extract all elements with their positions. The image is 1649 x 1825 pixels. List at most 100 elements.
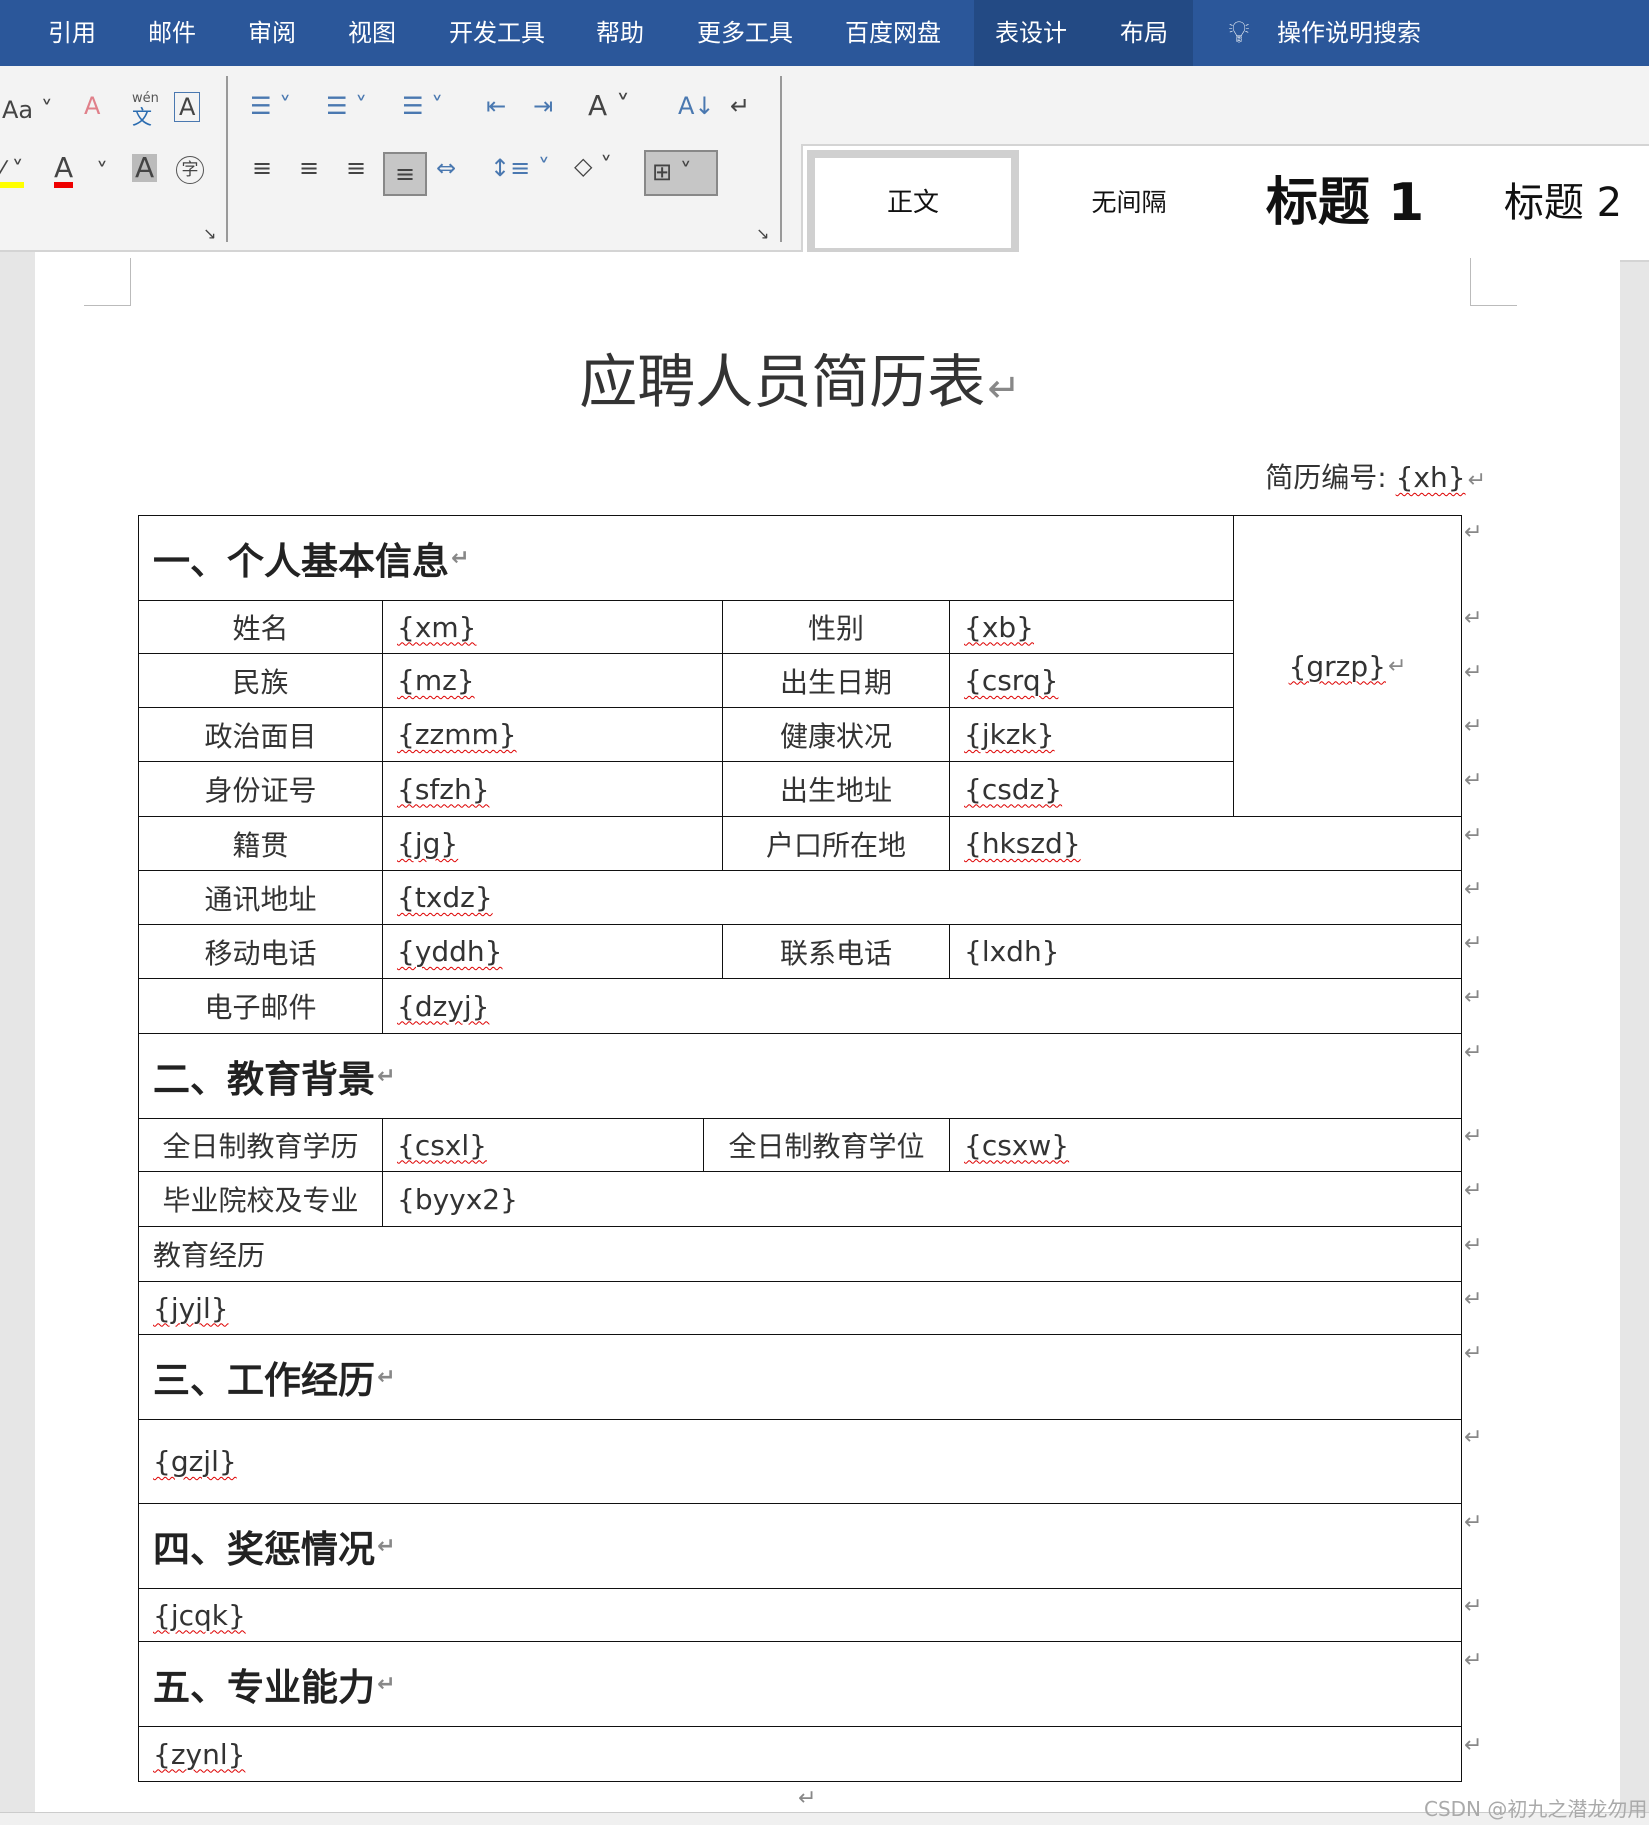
label-cell: 政治面目 bbox=[138, 707, 383, 762]
font-color-icon[interactable]: A bbox=[54, 154, 74, 188]
value-cell[interactable]: {txdz} bbox=[382, 870, 1462, 925]
section-heading-basic-info[interactable]: 一、个人基本信息 ↵ bbox=[138, 515, 1234, 601]
bullets-icon[interactable]: ☰ ˅ bbox=[250, 94, 291, 118]
style-heading-1[interactable]: 标题 1 bbox=[1266, 146, 1424, 260]
photo-cell[interactable]: {grzp} ↵ bbox=[1233, 515, 1462, 817]
font-color-dropdown-icon[interactable]: ˅ bbox=[96, 160, 108, 184]
multilevel-list-icon[interactable]: ☰ ˅ bbox=[402, 94, 443, 118]
numbering-icon[interactable]: ☰ ˅ bbox=[326, 94, 367, 118]
show-marks-icon[interactable]: ↵ bbox=[730, 94, 750, 118]
character-scaling-icon[interactable]: A ˅ bbox=[588, 92, 630, 120]
label-cell: 联系电话 bbox=[722, 924, 950, 979]
style-no-spacing[interactable]: 无间隔 bbox=[1091, 146, 1166, 260]
value-cell[interactable]: {hkszd} bbox=[949, 816, 1462, 871]
skills-value[interactable]: {zynl} bbox=[138, 1726, 1462, 1782]
style-heading-2[interactable]: 标题 2 bbox=[1504, 146, 1622, 260]
field-value: {mz} bbox=[397, 664, 475, 697]
row-end-mark: ↵ bbox=[1464, 1124, 1483, 1149]
tab-references[interactable]: 引用 bbox=[48, 0, 96, 66]
align-right-icon[interactable]: ≡ bbox=[346, 156, 366, 180]
line-spacing-icon[interactable]: ↕≡ ˅ bbox=[490, 156, 550, 180]
align-left-icon[interactable]: ≡ bbox=[252, 156, 272, 180]
value-cell[interactable]: {sfzh} bbox=[382, 761, 723, 817]
tab-developer[interactable]: 开发工具 bbox=[449, 0, 545, 66]
increase-indent-icon[interactable]: ⇥ bbox=[533, 94, 553, 118]
value-cell[interactable]: {zzmm} bbox=[382, 707, 723, 762]
row-end-mark: ↵ bbox=[1464, 1040, 1483, 1065]
field-value: {byyx2} bbox=[397, 1182, 518, 1216]
value-cell[interactable]: {csdz} bbox=[949, 761, 1234, 817]
return-mark: ↵ bbox=[377, 1671, 396, 1697]
lightbulb-icon[interactable]: 💡︎ bbox=[1229, 0, 1250, 66]
tab-baidu-netdisk[interactable]: 百度网盘 bbox=[845, 0, 941, 66]
label-cell: 姓名 bbox=[138, 600, 383, 654]
tab-layout[interactable]: 布局 bbox=[1120, 0, 1168, 66]
section-heading-awards[interactable]: 四、奖惩情况 ↵ bbox=[138, 1503, 1462, 1589]
row-end-mark: ↵ bbox=[1464, 1510, 1483, 1535]
label-cell: 毕业院校及专业 bbox=[138, 1171, 383, 1227]
align-center-icon[interactable]: ≡ bbox=[299, 156, 319, 180]
field-value: {yddh} bbox=[397, 935, 503, 968]
field-value: {csxw} bbox=[964, 1128, 1070, 1162]
row-end-mark: ↵ bbox=[1464, 1233, 1483, 1258]
tab-table-design[interactable]: 表设计 bbox=[995, 0, 1067, 66]
return-mark: ↵ bbox=[377, 1063, 396, 1089]
row-end-mark: ↵ bbox=[1464, 1425, 1483, 1450]
value-cell[interactable]: {csxw} bbox=[949, 1118, 1462, 1172]
value-cell[interactable]: {lxdh} bbox=[949, 924, 1462, 979]
section-heading-work[interactable]: 三、工作经历 ↵ bbox=[138, 1334, 1462, 1420]
value-cell[interactable]: {mz} bbox=[382, 653, 723, 708]
value-cell[interactable]: {csrq} bbox=[949, 653, 1234, 708]
character-shading-icon[interactable]: A bbox=[132, 154, 158, 182]
value-cell[interactable]: {jkzk} bbox=[949, 707, 1234, 762]
value-cell[interactable]: {yddh} bbox=[382, 924, 723, 979]
font-dialog-launcher-icon[interactable]: ↘ bbox=[203, 226, 216, 242]
change-case-icon[interactable]: Aa ˅ bbox=[2, 98, 53, 122]
tell-me-search[interactable]: 操作说明搜索 bbox=[1277, 0, 1421, 66]
section-heading-skills[interactable]: 五、专业能力 ↵ bbox=[138, 1641, 1462, 1727]
character-border-icon[interactable]: A bbox=[174, 92, 201, 122]
value-cell[interactable]: {byyx2} bbox=[382, 1171, 1462, 1227]
row-end-mark: ↵ bbox=[1464, 877, 1483, 902]
shading-icon[interactable]: ◇ ˅ bbox=[574, 154, 612, 178]
phonetic-guide-icon[interactable]: wén 文 bbox=[132, 91, 159, 129]
field-value: {csxl} bbox=[397, 1128, 487, 1162]
row-end-mark: ↵ bbox=[1464, 985, 1483, 1010]
decrease-indent-icon[interactable]: ⇤ bbox=[486, 94, 506, 118]
distributed-icon[interactable]: ⇔ bbox=[436, 156, 456, 180]
row-end-mark: ↵ bbox=[1464, 520, 1483, 545]
paragraph-dialog-launcher-icon[interactable]: ↘ bbox=[756, 226, 769, 242]
value-cell[interactable]: {csxl} bbox=[382, 1118, 704, 1172]
value-cell[interactable]: {jg} bbox=[382, 816, 723, 871]
education-history-value[interactable]: {jyjl} bbox=[138, 1281, 1462, 1335]
field-value: {jkzk} bbox=[964, 718, 1055, 751]
tab-mailings[interactable]: 邮件 bbox=[148, 0, 196, 66]
tab-help[interactable]: 帮助 bbox=[596, 0, 644, 66]
row-end-mark: ↵ bbox=[1464, 823, 1483, 848]
sort-icon[interactable]: A↓ bbox=[678, 94, 715, 118]
row-end-mark: ↵ bbox=[1464, 1178, 1483, 1203]
tab-view[interactable]: 视图 bbox=[348, 0, 396, 66]
row-end-mark: ↵ bbox=[1464, 1648, 1483, 1673]
justify-icon[interactable]: ≡ bbox=[383, 152, 427, 196]
row-end-mark: ↵ bbox=[1464, 768, 1483, 793]
highlight-color-icon[interactable]: ⁄ ˅ bbox=[0, 158, 24, 188]
paragraph-end-mark: ↵ bbox=[798, 1786, 817, 1811]
tab-more-tools[interactable]: 更多工具 bbox=[697, 0, 793, 66]
tab-review[interactable]: 审阅 bbox=[248, 0, 296, 66]
awards-value[interactable]: {jcqk} bbox=[138, 1588, 1462, 1642]
field-value: {lxdh} bbox=[964, 935, 1060, 968]
section-heading-education[interactable]: 二、教育背景 ↵ bbox=[138, 1033, 1462, 1119]
borders-icon[interactable]: ⊞ ˅ bbox=[644, 150, 718, 196]
style-normal[interactable]: 正文 bbox=[887, 146, 939, 260]
return-mark: ↵ bbox=[451, 545, 470, 571]
field-value: {sfzh} bbox=[397, 772, 490, 806]
value-cell[interactable]: {xm} bbox=[382, 600, 723, 654]
heading-text: 五、专业能力 bbox=[153, 1666, 375, 1709]
row-end-mark: ↵ bbox=[1464, 714, 1483, 739]
value-cell[interactable]: {xb} bbox=[949, 600, 1234, 654]
clear-formatting-icon[interactable]: A bbox=[84, 94, 100, 118]
enclose-character-icon[interactable]: 字 bbox=[176, 156, 204, 184]
work-history-value[interactable]: {gzjl} bbox=[138, 1419, 1462, 1504]
value-cell[interactable]: {dzyj} bbox=[382, 978, 1462, 1034]
